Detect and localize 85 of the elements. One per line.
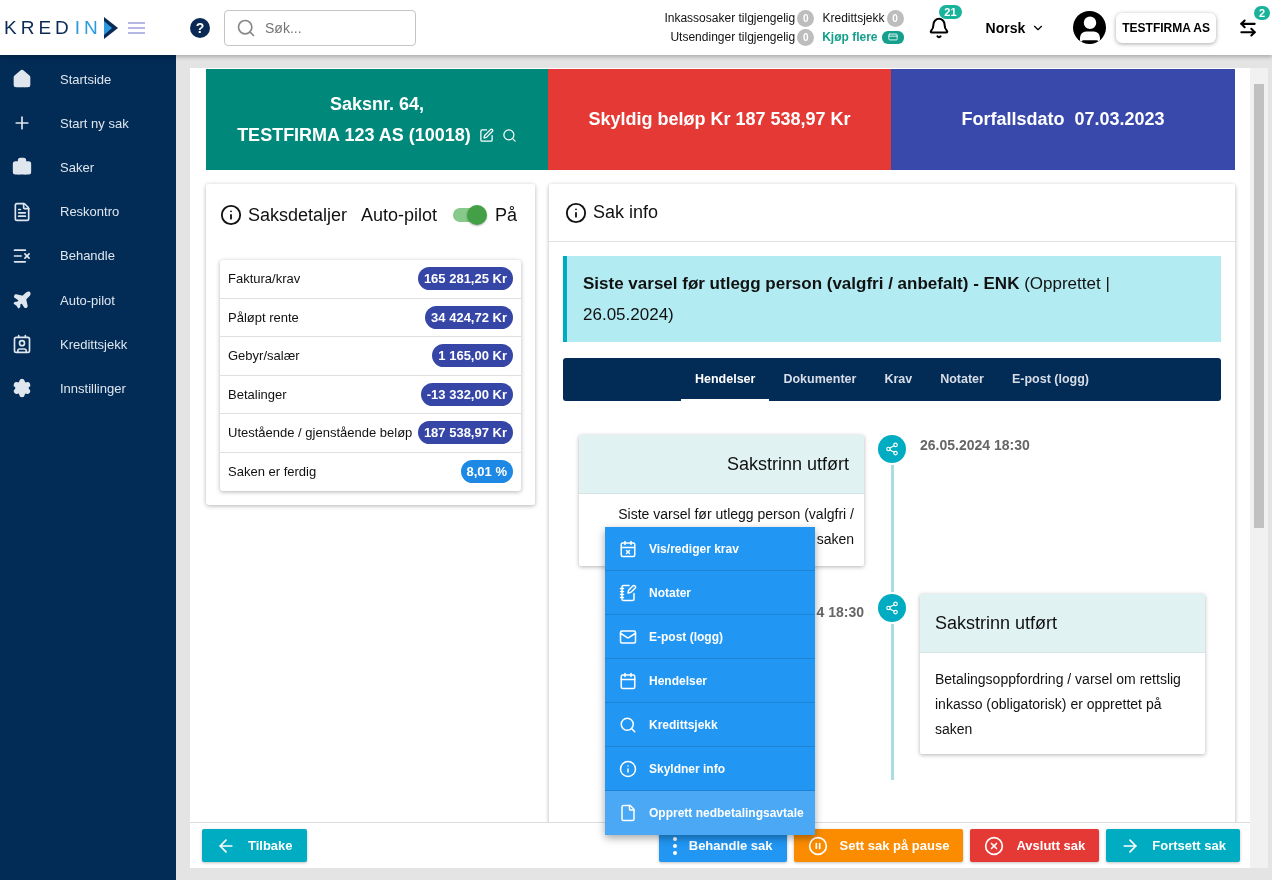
share-icon (878, 435, 906, 463)
sidebar-item[interactable]: Innstillinger (0, 366, 176, 411)
autopilot-state: På (495, 204, 518, 226)
event-date: 26.05.2024 18:30 (920, 436, 1031, 453)
event-date: 4 18:30 (815, 603, 864, 620)
sidebar-item[interactable]: Behandle (0, 233, 176, 278)
airplane-icon (12, 290, 32, 311)
sidebar-item[interactable]: Auto-pilot (0, 277, 176, 323)
card-title: Sak info (593, 202, 659, 223)
tab[interactable]: Notater (926, 358, 998, 401)
scrollbar-thumb[interactable] (1254, 84, 1264, 528)
share-icon (878, 594, 906, 622)
event-text: Betalingsoppfordring / varsel om rettslig inkasso (obligatorisk) er opprettet på saken (935, 670, 1182, 739)
amount-text: Skyldig beløp Kr 187 538,97 Kr (588, 109, 851, 130)
help-icon[interactable]: ? (190, 17, 210, 38)
tab[interactable]: Hendelser (681, 358, 770, 401)
row-label: Saken er ferdig (228, 464, 317, 480)
logo-text: IN (74, 16, 102, 39)
notification-badge: 21 (939, 4, 962, 19)
card-title: Saksdetaljer (248, 204, 348, 226)
swap-arrows-icon[interactable] (1238, 17, 1258, 38)
card-icon (887, 32, 898, 42)
amount-pill: 165 281,25 Kr (417, 267, 513, 291)
search-icon (619, 715, 637, 734)
event-title: Sakstrinn utført (726, 453, 849, 475)
pause-icon (807, 835, 828, 856)
notice-text: Siste varsel før utlegg person (valgfri / anbefalt) - ENK (Opprettet | 26.05.2024) (583, 274, 1110, 324)
event-text: Siste varsel før utlegg person (valgfri / (618, 506, 854, 523)
close-circle-icon (984, 835, 1005, 856)
amount-pill: 34 424,72 Kr (425, 305, 513, 329)
row-label: Gebyr/salær (228, 348, 300, 364)
document-icon (12, 201, 32, 222)
tab[interactable]: E-post (logg) (997, 358, 1103, 401)
counter-label: Kredittsjekk (822, 11, 885, 25)
edit-icon[interactable] (478, 127, 494, 143)
calendar-x-icon (619, 539, 637, 558)
autopilot-label: Auto-pilot (361, 204, 438, 226)
amount-pill: 187 538,97 Kr (417, 421, 513, 445)
info-icon (565, 201, 587, 224)
action-button[interactable]: Avslutt sak (970, 829, 1100, 862)
search-icon[interactable] (501, 127, 517, 143)
search-field[interactable]: Søk... (224, 9, 416, 46)
home-icon (12, 69, 32, 90)
logo-text: KRED (4, 16, 73, 39)
row-label: Utestående / gjenstående beløp (228, 425, 413, 441)
count-badge: 0 (797, 9, 815, 27)
calendar-icon (619, 671, 637, 690)
count-badge: 0 (886, 9, 904, 27)
case-number: Saksnr. 64, (329, 93, 425, 115)
amount-pill: -13 332,00 Kr (420, 382, 513, 406)
info-icon (619, 759, 637, 778)
company-button[interactable]: TESTFIRMA AS (1116, 12, 1216, 43)
bell-icon[interactable] (927, 16, 950, 39)
count-badge: 0 (797, 28, 815, 46)
row-label: Betalinger (228, 386, 287, 402)
switch-badge: 2 (1253, 5, 1270, 20)
amount-pill: 1 165,00 Kr (432, 344, 513, 368)
sidebar-item[interactable]: Reskontro (0, 189, 176, 234)
row-label: Faktura/krav (228, 271, 301, 287)
counter-label: Inkassosaker tilgjengelig (664, 11, 796, 25)
briefcase-icon (12, 157, 32, 178)
settings-icon (12, 378, 32, 399)
row-label: Påløpt rente (228, 309, 299, 325)
debtor-name: TESTFIRMA 123 AS (10018) (237, 124, 471, 146)
note-icon (619, 583, 637, 602)
tab[interactable]: Krav (870, 358, 927, 401)
mail-icon (619, 627, 637, 646)
scrollbar[interactable] (1250, 68, 1268, 868)
tab[interactable]: Dokumenter (769, 358, 871, 401)
due-date-text: Forfallsdato 07.03.2023 (961, 109, 1165, 130)
sidebar-item[interactable]: Saker (0, 145, 176, 190)
sidebar-item[interactable]: Start ny sak (0, 101, 176, 146)
more-vertical-icon (672, 836, 677, 855)
event-title: Sakstrinn utført (935, 612, 1058, 634)
logo-arrow-icon (103, 16, 118, 39)
counter-label: Utsendinger tilgjengelig (670, 30, 796, 44)
id-card-icon (12, 334, 32, 355)
sidebar-item[interactable]: Startside (0, 57, 176, 102)
info-icon (220, 204, 242, 226)
amount-pill: 8,01 % (460, 460, 513, 484)
event-text: saken (816, 531, 854, 548)
language-select[interactable]: Norsk (979, 18, 1052, 37)
avatar-icon[interactable] (1073, 11, 1107, 44)
sidebar-item[interactable]: Kredittsjekk (0, 322, 176, 367)
document-icon (619, 804, 637, 822)
